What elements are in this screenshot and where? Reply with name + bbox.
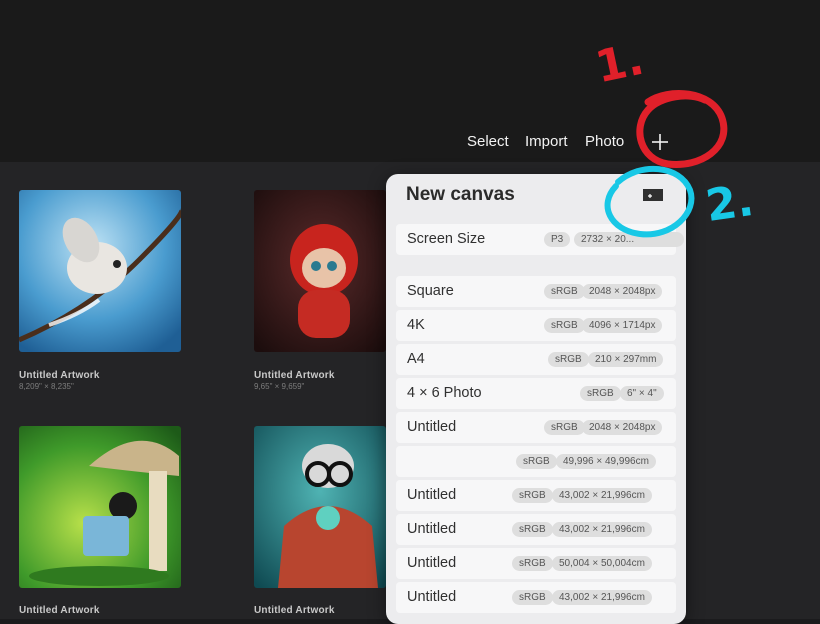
plus-icon bbox=[652, 134, 668, 150]
artwork-title: Untitled Artwork bbox=[19, 370, 100, 381]
canvas-preset-row[interactable]: Untitled sRGB 43,002 × 21,996cm bbox=[396, 514, 676, 545]
artwork-thumbnail-mushroom[interactable] bbox=[19, 426, 181, 588]
artwork-thumbnail-red-hood[interactable] bbox=[254, 190, 386, 352]
new-canvas-panel: New canvas Screen Size P3 2732 × 20... S… bbox=[386, 174, 686, 624]
artwork-title: Untitled Artwork bbox=[254, 370, 335, 381]
canvas-preset-row[interactable]: 4 × 6 Photo sRGB 6" × 4" bbox=[396, 378, 676, 409]
color-space-badge: sRGB bbox=[512, 488, 553, 503]
preset-label: Screen Size bbox=[407, 231, 486, 247]
artwork-dimensions: 8,209" × 8,235" bbox=[19, 382, 74, 391]
preset-label: Untitled bbox=[407, 555, 457, 571]
canvas-preset-row[interactable]: 4K sRGB 4096 × 1714px bbox=[396, 310, 676, 341]
size-badge: 49,996 × 49,996cm bbox=[556, 454, 656, 469]
create-custom-canvas-button[interactable] bbox=[641, 185, 665, 203]
folder-plus-icon bbox=[643, 189, 663, 201]
size-badge: 2732 × 20... bbox=[574, 232, 684, 247]
preset-label: Untitled bbox=[407, 521, 457, 537]
size-badge: 6" × 4" bbox=[620, 386, 664, 401]
artwork-dimensions: 9,65" × 9,659" bbox=[254, 382, 305, 391]
size-badge: 50,004 × 50,004cm bbox=[552, 556, 652, 571]
artwork-thumbnail-bird[interactable] bbox=[19, 190, 181, 352]
color-space-badge: sRGB bbox=[512, 590, 553, 605]
gallery-toolbar: Select Import Photo bbox=[0, 131, 820, 155]
canvas-preset-row[interactable]: sRGB 49,996 × 49,996cm bbox=[396, 446, 676, 477]
color-space-badge: sRGB bbox=[512, 522, 553, 537]
grandma-artwork-image bbox=[254, 426, 386, 588]
artwork-title: Untitled Artwork bbox=[19, 605, 100, 616]
size-badge: 210 × 297mm bbox=[588, 352, 664, 367]
color-space-badge: sRGB bbox=[544, 284, 585, 299]
size-badge: 43,002 × 21,996cm bbox=[552, 522, 652, 537]
canvas-preset-row[interactable]: Untitled sRGB 2048 × 2048px bbox=[396, 412, 676, 443]
artwork-title: Untitled Artwork bbox=[254, 605, 335, 616]
color-space-badge: sRGB bbox=[580, 386, 621, 401]
color-space-badge: sRGB bbox=[544, 318, 585, 333]
canvas-preset-row[interactable]: Square sRGB 2048 × 2048px bbox=[396, 276, 676, 307]
color-space-badge: sRGB bbox=[516, 454, 557, 469]
select-button[interactable]: Select bbox=[467, 131, 509, 153]
preset-label: A4 bbox=[407, 351, 425, 367]
size-badge: 4096 × 1714px bbox=[582, 318, 663, 333]
mushroom-artwork-image bbox=[19, 426, 181, 588]
size-badge: 2048 × 2048px bbox=[582, 420, 663, 435]
preset-label: Square bbox=[407, 283, 454, 299]
preset-label: Untitled bbox=[407, 419, 457, 435]
size-badge: 2048 × 2048px bbox=[582, 284, 663, 299]
canvas-preset-row[interactable]: Untitled sRGB 50,004 × 50,004cm bbox=[396, 548, 676, 579]
bird-artwork-image bbox=[19, 190, 181, 352]
color-space-badge: sRGB bbox=[548, 352, 589, 367]
canvas-preset-row[interactable]: Untitled sRGB 43,002 × 21,996cm bbox=[396, 582, 676, 613]
preset-label: 4 × 6 Photo bbox=[407, 385, 482, 401]
color-space-badge: P3 bbox=[544, 232, 571, 247]
artwork-thumbnail-grandma[interactable] bbox=[254, 426, 386, 588]
canvas-preset-screen-size[interactable]: Screen Size P3 2732 × 20... bbox=[396, 224, 684, 255]
color-space-badge: sRGB bbox=[544, 420, 585, 435]
photo-button[interactable]: Photo bbox=[585, 131, 624, 153]
preset-label: Untitled bbox=[407, 487, 457, 503]
size-badge: 43,002 × 21,996cm bbox=[552, 590, 652, 605]
canvas-preset-row[interactable]: Untitled sRGB 43,002 × 21,996cm bbox=[396, 480, 676, 511]
preset-label: 4K bbox=[407, 317, 425, 333]
panel-title: New canvas bbox=[406, 184, 515, 205]
new-canvas-button[interactable] bbox=[648, 131, 672, 153]
red-hood-artwork-image bbox=[254, 190, 386, 352]
size-badge: 43,002 × 21,996cm bbox=[552, 488, 652, 503]
canvas-preset-row[interactable]: A4 sRGB 210 × 297mm bbox=[396, 344, 676, 375]
import-button[interactable]: Import bbox=[525, 131, 568, 153]
color-space-badge: sRGB bbox=[512, 556, 553, 571]
preset-label: Untitled bbox=[407, 589, 457, 605]
